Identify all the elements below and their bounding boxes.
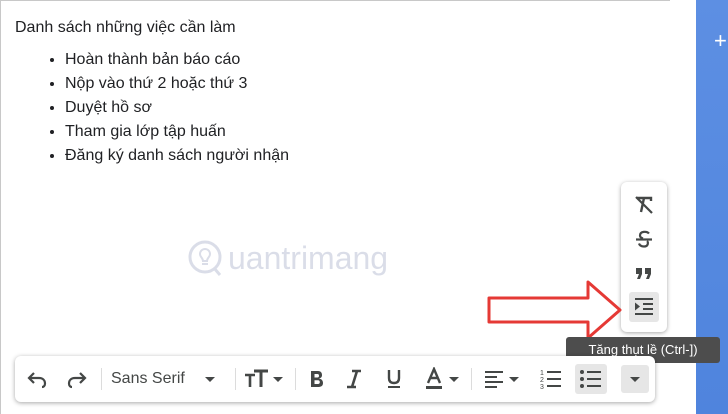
formatting-toolbar: Sans Serif 1 2 3 <box>15 356 655 402</box>
align-button[interactable] <box>483 364 519 394</box>
remove-formatting-icon <box>635 196 653 214</box>
text-color-icon <box>426 367 442 389</box>
plus-icon[interactable]: + <box>714 30 727 52</box>
list-item: Đăng ký danh sách người nhận <box>65 144 615 168</box>
more-formatting-icon <box>630 376 640 382</box>
redo-icon <box>67 372 87 389</box>
italic-button[interactable] <box>343 364 365 394</box>
editor-border-top <box>0 0 670 1</box>
numbered-list-button[interactable]: 1 2 3 <box>539 364 563 394</box>
italic-icon <box>347 369 361 389</box>
more-formatting-popup <box>621 182 667 332</box>
chevron-down-icon <box>204 376 215 382</box>
message-body[interactable]: Danh sách những việc cần làm Hoàn thành … <box>15 16 615 168</box>
watermark-text: uantrimang <box>228 240 389 276</box>
intro-text: Danh sách những việc cần làm <box>15 19 236 36</box>
numbered-list-icon: 1 2 3 <box>540 370 561 391</box>
svg-text:1: 1 <box>540 370 544 377</box>
indent-more-icon <box>635 298 653 315</box>
more-formatting-button[interactable] <box>621 365 649 393</box>
chevron-down-icon <box>449 376 459 382</box>
font-name: Sans Serif <box>111 370 185 387</box>
toolbar-divider <box>235 368 236 390</box>
undo-button[interactable] <box>25 364 49 394</box>
text-color-button[interactable] <box>423 364 459 394</box>
red-pointer-arrow-icon <box>487 280 622 340</box>
redo-button[interactable] <box>65 364 89 394</box>
font-size-icon <box>245 369 268 387</box>
bulleted-list-button[interactable] <box>575 364 607 394</box>
bulleted-list: Hoàn thành bản báo cáo Nộp vào thứ 2 hoặ… <box>15 48 615 168</box>
strikethrough-icon <box>636 230 652 248</box>
bold-button[interactable] <box>305 364 327 394</box>
font-size-button[interactable] <box>243 364 283 394</box>
font-select[interactable]: Sans Serif <box>111 364 215 394</box>
svg-text:2: 2 <box>540 377 544 384</box>
list-item: Hoàn thành bản báo cáo <box>65 48 615 72</box>
indent-more-button[interactable] <box>629 292 659 322</box>
underline-button[interactable] <box>383 364 405 394</box>
bold-icon <box>311 371 323 387</box>
bulleted-list-icon <box>580 370 601 388</box>
undo-icon <box>27 372 47 389</box>
quote-icon <box>636 268 651 279</box>
svg-text:3: 3 <box>540 384 544 391</box>
underline-icon <box>387 370 401 388</box>
toolbar-divider <box>101 368 102 390</box>
quote-button[interactable] <box>629 258 659 288</box>
align-icon <box>485 371 503 388</box>
watermark: uantrimang <box>186 236 402 280</box>
list-item: Nộp vào thứ 2 hoặc thứ 3 <box>65 72 615 96</box>
toolbar-divider <box>295 368 296 390</box>
list-item: Duyệt hồ sơ <box>65 96 615 120</box>
lightbulb-q-logo-icon <box>188 240 222 276</box>
list-item: Tham gia lớp tập huấn <box>65 120 615 144</box>
chevron-down-icon <box>273 376 283 382</box>
editor-border-left <box>0 0 1 414</box>
chevron-down-icon <box>509 376 519 382</box>
strikethrough-button[interactable] <box>629 224 659 254</box>
remove-formatting-button[interactable] <box>629 190 659 220</box>
toolbar-divider <box>471 368 472 390</box>
